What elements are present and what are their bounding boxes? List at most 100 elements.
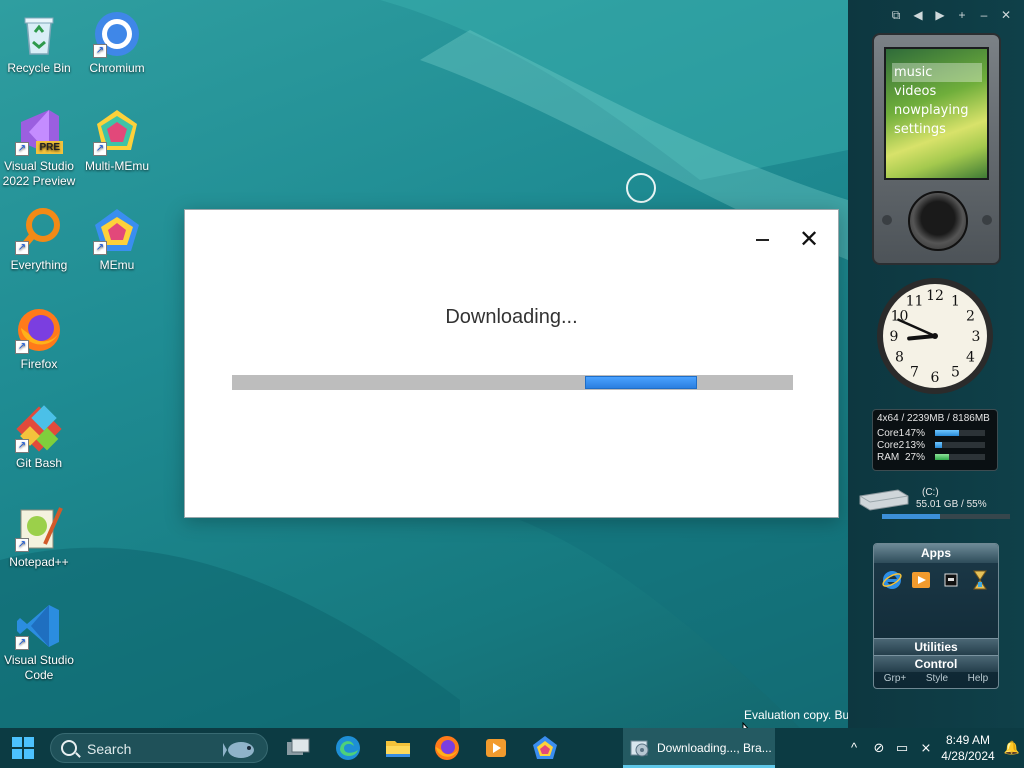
firefox-icon [435, 736, 459, 760]
clock-number: 9 [890, 329, 899, 345]
desktop-icon-firefox[interactable]: ↗ Firefox [0, 306, 78, 372]
zune-play-button[interactable] [982, 215, 992, 225]
taskbar-search[interactable] [50, 733, 268, 763]
media-player-icon[interactable] [910, 569, 932, 591]
taskbar-file-explorer[interactable] [384, 734, 412, 762]
network-icon[interactable]: ▭ [893, 739, 911, 757]
sidebar-toolbar: ⧉ ◀ ▶ + – ✕ [888, 8, 1014, 23]
close-sidebar-icon[interactable]: ✕ [998, 8, 1014, 23]
desktop-icon-visual-studio-preview[interactable]: PRE ↗ Visual Studio 2022 Preview [0, 108, 78, 189]
taskbar-edge[interactable] [334, 734, 362, 762]
desktop-icon-vscode[interactable]: ↗ Visual Studio Code [0, 602, 78, 683]
download-status-title: Downloading... [445, 306, 578, 328]
desktop-icon-everything[interactable]: ↗ Everything [0, 207, 78, 273]
clock-number: 2 [966, 309, 975, 325]
visual-studio-icon: PRE ↗ [15, 108, 63, 156]
internet-explorer-icon[interactable] [881, 569, 903, 591]
file-explorer-icon [386, 741, 410, 757]
desktop-icon-git-bash[interactable]: ↗ Git Bash [0, 405, 78, 471]
firefox-icon: ↗ [15, 306, 63, 354]
start-button[interactable] [12, 737, 34, 759]
zune-back-button[interactable] [882, 215, 892, 225]
chromium-icon: ↗ [93, 10, 141, 58]
notification-bell-icon[interactable]: 🔔 [1003, 739, 1021, 757]
volume-muted-icon[interactable]: ⨯ [917, 739, 935, 757]
recycle-bin-icon [15, 10, 63, 58]
apps-footer: Grp+ Style Help [874, 670, 998, 688]
system-meter-header: 4x64 / 2239MB / 8186MB [877, 413, 990, 424]
desktop-icon-label: Recycle Bin [7, 61, 71, 75]
drive-gadget[interactable]: (C:) 55.01 GB / 55% [858, 484, 1014, 524]
desktop-icon-label: Firefox [20, 357, 58, 371]
apps-group-plus[interactable]: Grp+ [884, 670, 907, 688]
add-gadget-icon[interactable]: + [954, 8, 970, 23]
mic-muted-icon[interactable]: ⊘ [870, 739, 888, 757]
meter-row-core1: Core1 47% [877, 427, 993, 439]
taskbar-task-view[interactable] [284, 734, 312, 762]
search-input[interactable] [87, 739, 217, 759]
desktop-icon-chromium[interactable]: ↗ Chromium [78, 10, 156, 76]
zune-control-pad[interactable] [908, 191, 968, 251]
drive-name: (C:) [922, 487, 939, 498]
desktop-icon-recycle-bin[interactable]: Recycle Bin [0, 10, 78, 76]
desktop-icon-label: Multi-MEmu [84, 159, 149, 173]
clock-number: 8 [895, 350, 904, 366]
git-bash-icon: ↗ [15, 405, 63, 453]
zune-menu-music[interactable]: music [892, 63, 982, 82]
meter-label: Core2 [877, 439, 905, 451]
restore-icon[interactable]: ⧉ [888, 8, 904, 23]
desktop-icon-multi-memu[interactable]: ↗ Multi-MEmu [78, 108, 156, 174]
desktop-icon-notepad-plus-plus[interactable]: ↗ Notepad++ [0, 504, 78, 570]
everything-search-icon: ↗ [15, 207, 63, 255]
taskbar-firefox[interactable] [433, 734, 461, 762]
terminal-icon[interactable] [940, 569, 962, 591]
taskbar-clock[interactable]: 8:49 AM 4/28/2024 [936, 732, 1000, 764]
next-icon[interactable]: ▶ [932, 8, 948, 23]
previous-icon[interactable]: ◀ [910, 8, 926, 23]
busy-cursor-ring [626, 173, 656, 203]
clock-number: 11 [906, 293, 924, 309]
zune-menu-nowplaying[interactable]: nowplaying [892, 101, 982, 120]
search-icon [61, 740, 77, 756]
evaluation-watermark: Evaluation copy. Bu [744, 708, 848, 722]
show-hidden-icons-chevron-icon[interactable]: ^ [845, 739, 863, 757]
zune-menu-settings[interactable]: settings [892, 120, 982, 139]
apps-utilities-section[interactable]: Utilities [874, 638, 998, 655]
zune-menu: music videos nowplaying settings [892, 63, 982, 139]
apps-launcher-gadget: Apps Utilities Control Grp+ Style Help [873, 543, 999, 689]
apps-style[interactable]: Style [926, 670, 948, 688]
clock-hour-hand [907, 334, 937, 341]
clock-number: 3 [972, 329, 981, 345]
preview-badge: PRE [36, 141, 63, 154]
meter-fill-ram [935, 454, 949, 460]
windows-logo-icon [12, 737, 22, 747]
apps-help[interactable]: Help [968, 670, 989, 688]
taskbar: Downloading..., Bra... ^ ⊘ ▭ ⨯ 8:49 AM 4… [0, 728, 1024, 768]
meter-label: RAM [877, 451, 900, 463]
desktop-icon-label: Visual Studio 2022 Preview [2, 159, 76, 188]
download-window: ✕ Downloading... [184, 209, 839, 518]
taskbar-memu[interactable] [531, 734, 559, 762]
taskbar-date: 4/28/2024 [941, 749, 995, 763]
taskbar-time: 8:49 AM [945, 733, 991, 747]
zune-menu-videos[interactable]: videos [892, 82, 982, 101]
desktop-icon-memu[interactable]: ↗ MEmu [78, 207, 156, 273]
search-highlight-fish-icon [223, 742, 254, 758]
minimize-sidebar-icon[interactable]: – [976, 8, 992, 23]
system-meter-gadget: 4x64 / 2239MB / 8186MB Core1 47% Core2 1… [872, 409, 998, 471]
minimize-button[interactable] [748, 228, 778, 252]
hourglass-icon[interactable] [969, 569, 991, 591]
desktop-icon-label: Everything [10, 258, 68, 272]
installer-icon [630, 740, 649, 757]
taskbar-media-player[interactable] [482, 734, 510, 762]
zune-screen: music videos nowplaying settings [884, 47, 989, 180]
apps-header[interactable]: Apps [874, 544, 998, 563]
hard-drive-icon [859, 489, 909, 511]
taskbar-active-download-task[interactable]: Downloading..., Bra... [623, 728, 775, 768]
drive-usage-fill [882, 514, 940, 519]
active-task-label: Downloading..., Bra... [657, 741, 772, 755]
clock-number: 6 [931, 370, 940, 386]
close-button[interactable]: ✕ [794, 225, 824, 255]
multi-memu-icon: ↗ [93, 108, 141, 156]
vscode-icon: ↗ [15, 602, 63, 650]
